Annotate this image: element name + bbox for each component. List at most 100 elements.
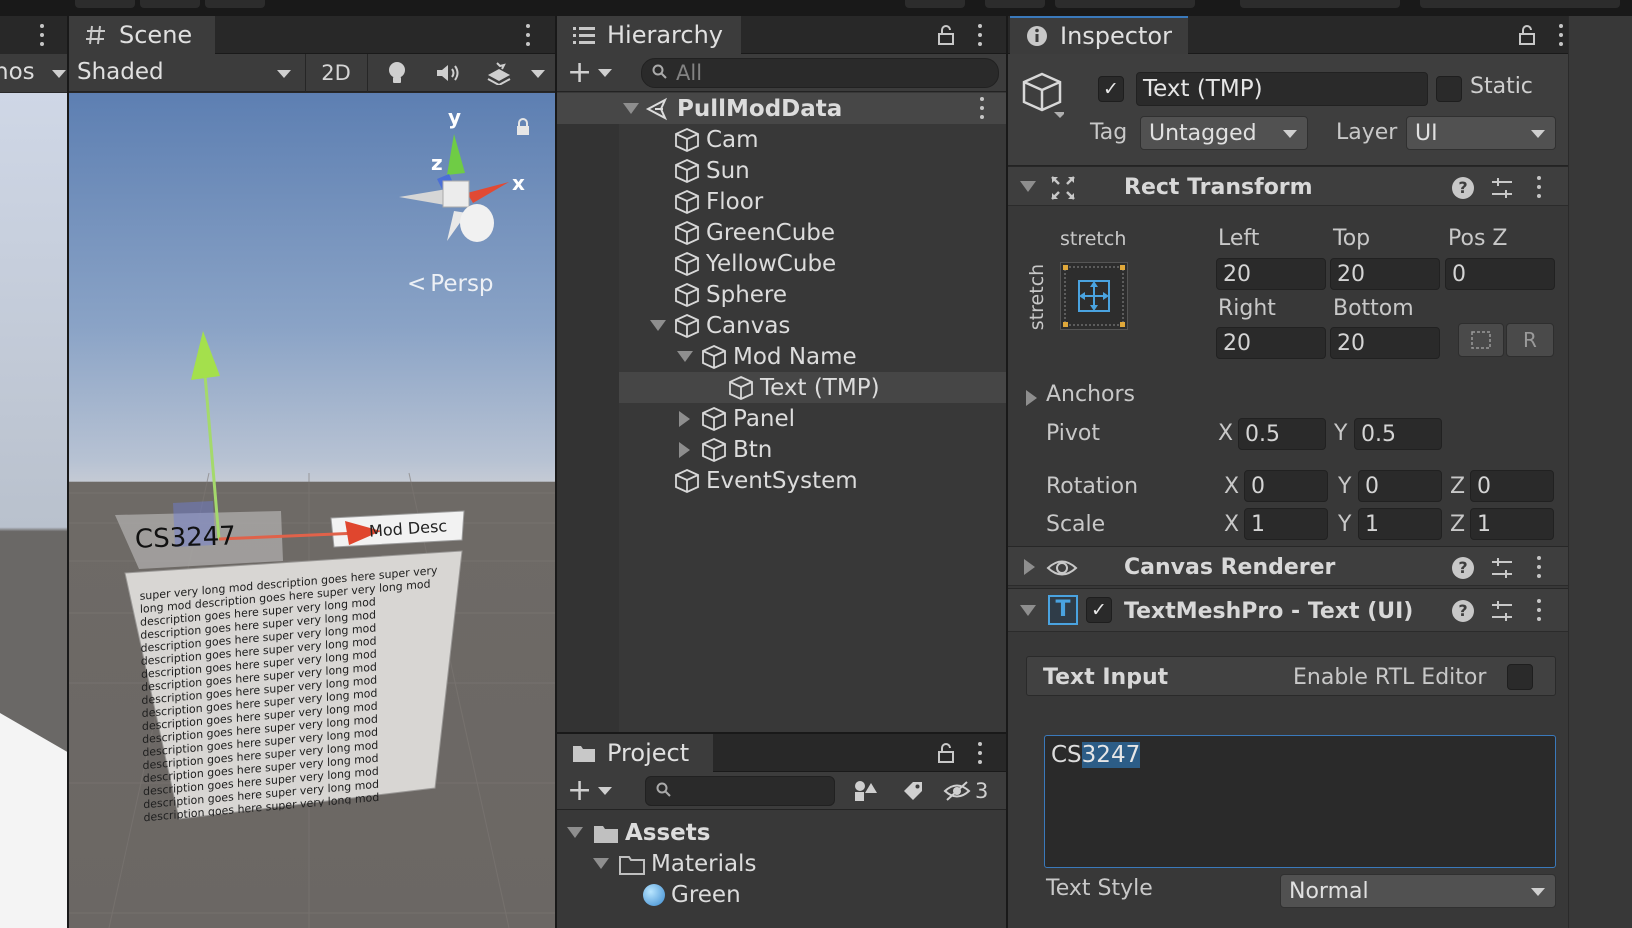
blueprint-mode-button[interactable] [1458, 323, 1504, 357]
gameobject-cube-icon[interactable] [1022, 72, 1066, 124]
active-checkbox[interactable]: ✓ [1098, 76, 1124, 102]
more-icon[interactable] [525, 24, 531, 46]
lock-icon[interactable] [515, 117, 531, 142]
rtl-editor-checkbox[interactable] [1507, 664, 1533, 690]
preset-sliders-icon[interactable] [1490, 176, 1514, 206]
hierarchy-scene-root[interactable]: PullModData [557, 93, 1006, 124]
collapse-arrow-icon[interactable] [679, 410, 690, 427]
chevron-down-icon[interactable] [52, 70, 66, 78]
more-icon[interactable] [977, 742, 983, 764]
toolbar-button[interactable] [1240, 0, 1400, 8]
expand-arrow-icon[interactable] [650, 320, 666, 331]
hierarchy-item-mod-name[interactable]: Mod Name [557, 341, 1006, 372]
left-field[interactable]: 20 [1216, 258, 1326, 290]
scene-viewport[interactable]: y x z < Persp CS3247 Mod Desc super very… [69, 93, 555, 928]
rect-transform-header[interactable]: Rect Transform ? [1008, 166, 1632, 206]
game-viewport[interactable] [0, 93, 67, 928]
pivot-x-field[interactable]: 0.5 [1238, 418, 1326, 450]
tmp-component-header[interactable]: T ✓ TextMeshPro - Text (UI) ? [1008, 588, 1632, 632]
anchor-presets-button[interactable] [1060, 262, 1128, 330]
static-checkbox[interactable] [1436, 76, 1462, 102]
hierarchy-item-sphere[interactable]: Sphere [557, 279, 1006, 310]
collapse-arrow-icon[interactable] [1026, 390, 1037, 406]
raw-edit-button[interactable]: R [1506, 323, 1554, 357]
tab-scene[interactable]: Scene [69, 16, 215, 54]
bottom-field[interactable]: 20 [1330, 327, 1440, 359]
hierarchy-item-floor[interactable]: Floor [557, 186, 1006, 217]
preset-sliders-icon[interactable] [1490, 556, 1514, 586]
toolbar-button[interactable] [985, 0, 1045, 8]
more-icon[interactable] [39, 24, 45, 46]
canvas-renderer-header[interactable]: Canvas Renderer ? [1008, 546, 1632, 586]
help-icon[interactable]: ? [1452, 557, 1474, 579]
hierarchy-item-btn[interactable]: Btn [557, 434, 1006, 465]
help-icon[interactable]: ? [1452, 600, 1474, 622]
anchors-label[interactable]: Anchors [1046, 382, 1135, 407]
toolbar-button[interactable] [1420, 0, 1620, 8]
hierarchy-item-canvas[interactable]: Canvas [557, 310, 1006, 341]
more-icon[interactable] [977, 24, 983, 46]
lighting-toggle-button[interactable] [375, 58, 419, 88]
chevron-down-icon[interactable] [531, 70, 545, 78]
object-name-field[interactable]: Text (TMP) [1136, 72, 1428, 106]
expand-arrow-icon[interactable] [593, 858, 609, 869]
toolbar-button[interactable] [75, 0, 135, 8]
expand-arrow-icon[interactable] [1020, 605, 1036, 616]
hierarchy-item-eventsystem[interactable]: EventSystem [557, 465, 1006, 496]
effects-toggle-button[interactable] [477, 58, 521, 88]
top-field[interactable]: 20 [1330, 258, 1440, 290]
hidden-packages-toggle[interactable]: 3 [943, 774, 1003, 808]
expand-arrow-icon[interactable] [567, 827, 583, 838]
filter-by-type-button[interactable] [845, 774, 885, 808]
pivot-y-field[interactable]: 0.5 [1354, 418, 1442, 450]
rotation-x-field[interactable]: 0 [1244, 470, 1328, 502]
collapse-arrow-icon[interactable] [1024, 559, 1035, 575]
create-button[interactable]: + [567, 56, 617, 90]
lock-icon[interactable] [937, 24, 955, 52]
hierarchy-item-panel[interactable]: Panel [557, 403, 1006, 434]
projection-toggle[interactable]: < Persp [407, 271, 494, 297]
filter-by-label-button[interactable] [893, 774, 933, 808]
lock-icon[interactable] [937, 742, 955, 770]
scale-z-field[interactable]: 1 [1470, 508, 1554, 540]
create-button[interactable]: + [567, 774, 617, 808]
lock-icon[interactable] [1518, 24, 1536, 52]
help-icon[interactable]: ? [1452, 177, 1474, 199]
more-icon[interactable] [1536, 599, 1542, 621]
shading-mode-dropdown[interactable]: Shaded [69, 54, 299, 92]
toolbar-button[interactable] [205, 0, 265, 8]
right-field[interactable]: 20 [1216, 327, 1326, 359]
project-item-materials[interactable]: Materials [557, 848, 1006, 879]
tab-project[interactable]: Project [557, 734, 713, 772]
hierarchy-item-text-tmp[interactable]: Text (TMP) [557, 372, 1006, 403]
tmp-enabled-checkbox[interactable]: ✓ [1086, 597, 1112, 623]
project-search-input[interactable] [645, 776, 835, 806]
toolbar-button[interactable] [140, 0, 200, 8]
tag-dropdown[interactable]: Untagged [1140, 116, 1308, 150]
posz-field[interactable]: 0 [1445, 258, 1555, 290]
audio-toggle-button[interactable] [427, 58, 471, 88]
toolbar-button[interactable] [1055, 0, 1195, 8]
text-input-area[interactable]: CS3247 [1044, 735, 1556, 868]
more-icon[interactable] [1536, 556, 1542, 578]
hierarchy-item-greencube[interactable]: GreenCube [557, 217, 1006, 248]
rotation-z-field[interactable]: 0 [1470, 470, 1554, 502]
more-icon[interactable] [1558, 24, 1564, 46]
scale-y-field[interactable]: 1 [1358, 508, 1442, 540]
left-tab-fragment[interactable]: nos [0, 59, 35, 85]
layer-dropdown[interactable]: UI [1406, 116, 1556, 150]
hierarchy-search-input[interactable]: All [641, 58, 999, 88]
text-style-dropdown[interactable]: Normal [1280, 874, 1556, 908]
scale-x-field[interactable]: 1 [1244, 508, 1328, 540]
rotation-y-field[interactable]: 0 [1358, 470, 1442, 502]
more-icon[interactable] [1536, 176, 1542, 198]
2d-toggle-button[interactable]: 2D [311, 54, 361, 92]
expand-arrow-icon[interactable] [677, 351, 693, 362]
project-item-green[interactable]: Green [557, 879, 1006, 910]
tab-hierarchy[interactable]: Hierarchy [557, 16, 741, 54]
hierarchy-item-sun[interactable]: Sun [557, 155, 1006, 186]
hierarchy-item-cam[interactable]: Cam [557, 124, 1006, 155]
toolbar-button[interactable] [905, 0, 965, 8]
expand-arrow-icon[interactable] [623, 103, 639, 114]
tab-inspector[interactable]: Inspector [1010, 16, 1188, 54]
